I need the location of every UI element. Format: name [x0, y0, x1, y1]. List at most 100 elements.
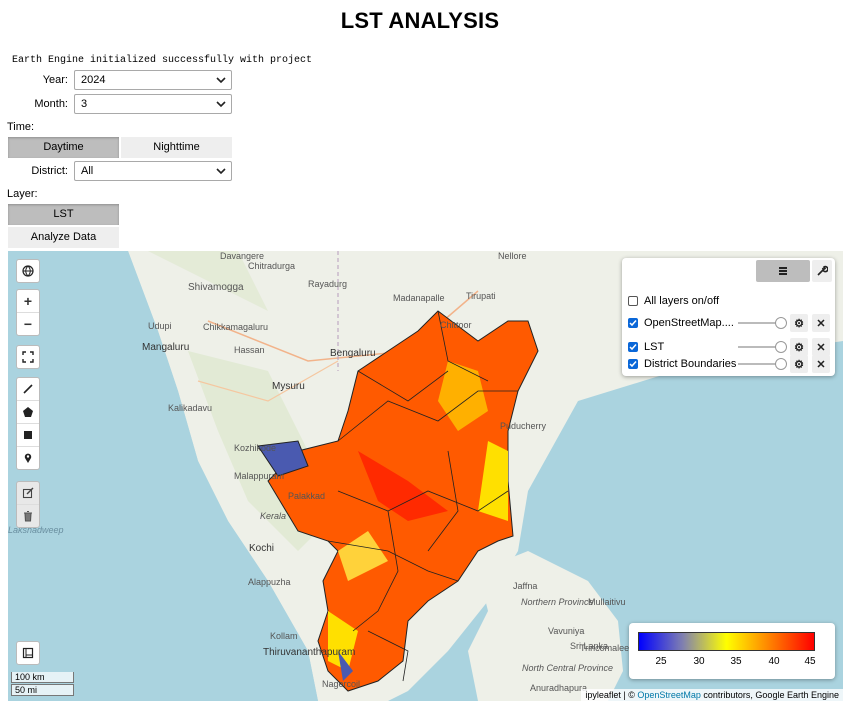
colorbar-tick: 40 [768, 656, 780, 667]
map-place-label: Trincomalee [580, 643, 630, 653]
map-place-label: Northern Province [521, 597, 594, 607]
map-place-label: Mangaluru [142, 342, 190, 353]
plus-icon: + [23, 293, 33, 309]
edit-layers-icon[interactable] [17, 482, 39, 505]
map-place-label: Kalikadavu [168, 403, 213, 413]
slider-knob[interactable] [775, 341, 787, 353]
map-place-label: Tirupati [466, 291, 496, 301]
close-icon[interactable]: ✕ [812, 314, 830, 332]
map-place-label: Kollam [270, 631, 298, 641]
draw-polyline-icon[interactable] [17, 378, 39, 401]
layer-label: Layer: [7, 188, 38, 200]
gear-icon[interactable]: ⚙ [790, 355, 808, 373]
scale-mi: 50 mi [11, 684, 74, 696]
layer-row-osm[interactable]: OpenStreetMap.... ⚙ ✕ [628, 313, 833, 333]
draw-toolbar[interactable] [16, 377, 40, 470]
map-place-label: Chikkamagaluru [203, 322, 269, 332]
map-place-label: Kozhikode [234, 443, 277, 453]
map-place-label: Chitradurga [248, 261, 296, 271]
map-place-label: Mullaitivu [588, 597, 626, 607]
map-place-label: Rayadurg [308, 279, 348, 289]
map-place-label: Mysuru [272, 381, 305, 392]
layout-icon[interactable] [17, 642, 39, 664]
fullscreen-icon[interactable] [17, 346, 39, 368]
all-layers-label: All layers on/off [644, 295, 720, 307]
map-place-label: Chittoor [440, 320, 472, 330]
all-layers-row[interactable]: All layers on/off [628, 291, 833, 311]
all-layers-checkbox[interactable] [628, 296, 638, 306]
minus-icon: − [23, 316, 33, 332]
district-value: All [81, 165, 94, 177]
layers-icon [779, 267, 787, 275]
map-place-label: Kerala [260, 511, 287, 521]
osm-attribution-link[interactable]: OpenStreetMap [637, 690, 701, 700]
map-place-label: Alappuzha [248, 577, 291, 587]
nighttime-toggle[interactable]: Nighttime [121, 137, 232, 158]
year-select[interactable]: 2024 [74, 70, 232, 90]
zoom-in-button[interactable]: + [17, 290, 39, 313]
attribution-suffix: contributors, Google Earth Engine [700, 690, 839, 700]
lst-layer-button[interactable]: LST [8, 204, 119, 225]
attribution-prefix: ipyleaflet | © [585, 690, 638, 700]
month-label: Month: [34, 98, 68, 110]
page-title: LST ANALYSIS [340, 8, 500, 33]
colorbar-tick: 30 [693, 656, 705, 667]
toolbar-toggle[interactable] [16, 641, 40, 665]
draw-polygon-icon[interactable] [17, 401, 39, 424]
month-select[interactable]: 3 [74, 94, 232, 114]
gear-icon[interactable]: ⚙ [790, 314, 808, 332]
map-place-label: Nellore [498, 251, 527, 261]
basemap-control[interactable] [16, 259, 40, 283]
district-select[interactable]: All [74, 161, 232, 181]
map-place-label: Puducherry [500, 421, 547, 431]
layer-control-panel: All layers on/off OpenStreetMap.... ⚙ ✕ … [622, 258, 835, 376]
map-place-label: Vavuniya [548, 626, 585, 636]
map-place-label: North Central Province [522, 663, 614, 673]
map-place-label: Shivamogga [188, 282, 244, 293]
layer-checkbox[interactable] [628, 359, 638, 369]
map-place-label: Thiruvananthapuram [263, 647, 356, 658]
edit-toolbar[interactable] [16, 481, 40, 528]
year-value: 2024 [81, 74, 106, 86]
map-place-label: Nagercoil [322, 679, 361, 689]
trash-icon[interactable] [17, 505, 39, 527]
slider-knob[interactable] [775, 358, 787, 370]
map-place-label: Udupi [148, 321, 172, 331]
settings-tab-button[interactable] [812, 260, 832, 282]
map-view[interactable]: Davangere Chitradurga Nellore Shivamogga… [8, 251, 843, 701]
year-label: Year: [42, 74, 68, 86]
globe-icon[interactable] [17, 260, 39, 282]
colorbar [638, 632, 815, 651]
zoom-out-button[interactable]: − [17, 313, 39, 335]
daytime-toggle[interactable]: Daytime [8, 137, 119, 158]
layer-name: OpenStreetMap.... [644, 317, 734, 329]
colorbar-tick: 25 [655, 656, 667, 667]
chevron-down-icon [216, 77, 226, 84]
map-place-label: Palakkad [288, 491, 326, 501]
fullscreen-control[interactable] [16, 345, 40, 369]
layer-checkbox[interactable] [628, 342, 638, 352]
layers-tab-button[interactable] [756, 260, 810, 282]
layer-row-districts[interactable]: District Boundaries ⚙ ✕ [628, 354, 833, 374]
draw-rectangle-icon[interactable] [17, 424, 39, 447]
chevron-down-icon [216, 101, 226, 108]
chevron-down-icon [216, 168, 226, 175]
map-place-label: Kochi [249, 543, 275, 554]
zoom-control[interactable]: + − [16, 289, 40, 336]
map-place-label: Anuradhapura [530, 683, 588, 693]
init-message: Earth Engine initialized successfully wi… [12, 55, 313, 66]
colorbar-tick: 45 [804, 656, 816, 667]
map-attribution: ipyleaflet | © OpenStreetMap contributor… [581, 689, 843, 701]
layer-checkbox[interactable] [628, 318, 638, 328]
analyze-data-button[interactable]: Analyze Data [8, 227, 119, 248]
draw-marker-icon[interactable] [17, 447, 39, 469]
map-place-label: Hassan [234, 345, 265, 355]
map-place-label: Malappuram [234, 471, 285, 481]
district-label: District: [31, 165, 68, 177]
close-icon[interactable]: ✕ [812, 355, 830, 373]
colorbar-legend: 25 30 35 40 45 [629, 623, 835, 679]
scale-km: 100 km [11, 672, 74, 683]
map-place-label: Madanapalle [393, 293, 445, 303]
layer-name: LST [644, 341, 665, 353]
slider-knob[interactable] [775, 317, 787, 329]
